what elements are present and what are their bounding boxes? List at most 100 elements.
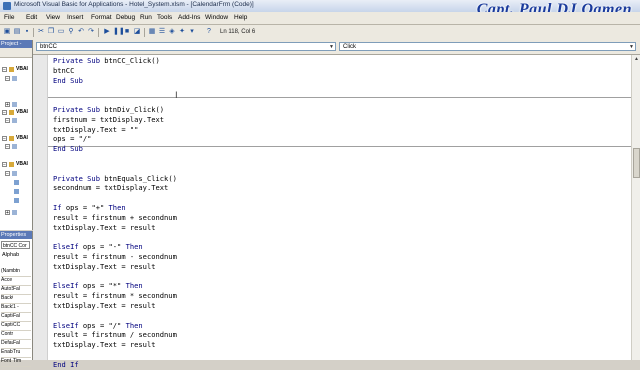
chevron-down-icon[interactable]: ▼ <box>629 43 634 52</box>
design-mode-icon[interactable]: ◪ <box>133 28 141 36</box>
code-line[interactable]: secondnum = txtDisplay.Text <box>53 183 177 193</box>
tree-item-project[interactable]: VBAI <box>16 135 28 141</box>
code-line[interactable]: ops = "/" <box>53 134 177 144</box>
tree-expander[interactable]: − <box>5 118 10 124</box>
code-editor[interactable]: Private Sub btnCC_Click() btnCC End Sub Pri… <box>53 56 177 370</box>
code-line[interactable]: Private Sub btnEquals_Click() <box>53 174 177 184</box>
scroll-up-icon[interactable]: ▲ <box>633 56 640 63</box>
code-line-blank[interactable] <box>53 154 177 164</box>
code-line[interactable]: result = firstnum / secondnum <box>53 330 177 340</box>
tree-expander[interactable]: − <box>2 136 7 142</box>
property-name: BackStyle <box>1 304 13 310</box>
tree-expander[interactable]: − <box>5 144 10 150</box>
copy-icon[interactable]: ❐ <box>47 28 55 36</box>
code-line[interactable]: End If <box>53 360 177 370</box>
code-line[interactable]: End Sub <box>53 76 177 86</box>
menu-view[interactable]: View <box>46 14 60 21</box>
tree-expander[interactable]: + <box>5 102 10 108</box>
code-line[interactable] <box>53 232 177 242</box>
property-value[interactable]: Fal <box>13 339 29 348</box>
property-value[interactable]: CC <box>13 321 29 330</box>
tree-item-project[interactable]: VBAI <box>16 161 28 167</box>
menu-format[interactable]: Format <box>91 14 112 21</box>
menu-window[interactable]: Window <box>205 14 228 21</box>
code-line[interactable]: Private Sub btnDiv_Click() <box>53 105 177 115</box>
code-line[interactable]: txtDisplay.Text = result <box>53 340 177 350</box>
insert-userform-icon[interactable]: ▤ <box>13 28 21 36</box>
code-line[interactable]: btnCC <box>53 66 177 76</box>
property-value[interactable]: Tru <box>13 348 29 357</box>
tree-expander[interactable]: − <box>2 110 7 116</box>
code-line-blank[interactable] <box>53 95 177 105</box>
menu-insert[interactable]: Insert <box>67 14 83 21</box>
code-line[interactable] <box>53 272 177 282</box>
help-icon[interactable]: ? <box>205 28 213 36</box>
code-line[interactable]: ElseIf ops = "-" Then <box>53 242 177 252</box>
code-line[interactable] <box>53 350 177 360</box>
tree-expander[interactable]: − <box>5 76 10 82</box>
code-line[interactable]: result = firstnum + secondnum <box>53 213 177 223</box>
code-line[interactable]: Private Sub btnCC_Click() <box>53 56 177 66</box>
code-line[interactable]: ElseIf ops = "/" Then <box>53 321 177 331</box>
code-line[interactable]: firstnum = txtDisplay.Text <box>53 115 177 125</box>
redo-icon[interactable]: ↷ <box>87 28 95 36</box>
code-line[interactable] <box>53 311 177 321</box>
code-line-blank[interactable] <box>53 85 177 95</box>
undo-icon[interactable]: ↶ <box>77 28 85 36</box>
code-line[interactable]: txtDisplay.Text = "" <box>53 125 177 135</box>
tree-expander[interactable]: − <box>5 171 10 177</box>
project-explorer-icon[interactable]: ▦ <box>148 28 156 36</box>
scrollbar-thumb[interactable] <box>633 148 640 178</box>
property-value[interactable]: 1 - <box>13 303 29 312</box>
properties-window: Properties btnCC Cor Alphab (Name)btnAcc… <box>0 231 33 367</box>
code-margin[interactable] <box>33 55 48 360</box>
run-icon[interactable]: ▶ <box>103 28 111 36</box>
object-combo[interactable]: btnCC ▼ <box>36 42 336 51</box>
toolbox-icon[interactable]: ✦ <box>178 28 186 36</box>
code-line[interactable]: txtDisplay.Text = result <box>53 262 177 272</box>
properties-object-combo[interactable]: btnCC Cor <box>1 241 30 249</box>
vertical-scrollbar[interactable]: ▲ <box>631 55 640 360</box>
properties-window-icon[interactable]: ☰ <box>158 28 166 36</box>
save-icon[interactable]: ▪ <box>23 28 31 36</box>
code-line[interactable]: If ops = "+" Then <box>53 203 177 213</box>
code-line[interactable]: result = firstnum * secondnum <box>53 291 177 301</box>
code-line[interactable]: result = firstnum - secondnum <box>53 252 177 262</box>
cut-icon[interactable]: ✂ <box>37 28 45 36</box>
menu-run[interactable]: Run <box>140 14 152 21</box>
break-icon[interactable]: ❚❚ <box>113 28 125 36</box>
code-line[interactable]: End Sub <box>53 144 177 154</box>
property-value[interactable]: Fal <box>13 312 29 321</box>
menu-file[interactable]: File <box>4 14 14 21</box>
code-line[interactable] <box>53 193 177 203</box>
code-line[interactable]: txtDisplay.Text = result <box>53 301 177 311</box>
property-value[interactable]: Tim <box>13 357 29 366</box>
code-line-blank[interactable] <box>53 164 177 174</box>
property-row[interactable]: Font Tim <box>1 357 31 367</box>
tree-expander[interactable]: − <box>2 162 7 168</box>
property-value[interactable]: btn <box>13 267 29 276</box>
paste-icon[interactable]: ▭ <box>57 28 65 36</box>
menu-debug[interactable]: Debug <box>116 14 135 21</box>
find-icon[interactable]: ⚲ <box>67 28 75 36</box>
tab-alphabetic[interactable]: Alphab <box>2 252 19 258</box>
reset-icon[interactable]: ■ <box>123 28 131 36</box>
code-line[interactable]: ElseIf ops = "*" Then <box>53 281 177 291</box>
code-line[interactable]: txtDisplay.Text = result <box>53 223 177 233</box>
object-browser-icon[interactable]: ◈ <box>168 28 176 36</box>
property-value[interactable]: Fal <box>13 285 29 294</box>
tree-expander[interactable]: + <box>5 210 10 216</box>
tree-expander[interactable]: − <box>2 67 7 73</box>
menu-tools[interactable]: Tools <box>157 14 172 21</box>
excel-icon[interactable]: ▣ <box>3 28 11 36</box>
tree-item-project[interactable]: VBAI <box>16 109 28 115</box>
property-name: AutoSize <box>1 286 13 292</box>
chevron-down-icon[interactable]: ▼ <box>329 43 334 52</box>
menu-help[interactable]: Help <box>234 14 247 21</box>
menu-addins[interactable]: Add-Ins <box>178 14 200 21</box>
tree-item-project[interactable]: VBAI <box>16 66 28 72</box>
folder-icon <box>12 144 17 149</box>
procedure-combo[interactable]: Click ▼ <box>339 42 636 51</box>
toolbar-options-icon[interactable]: ▾ <box>188 28 196 36</box>
menu-edit[interactable]: Edit <box>26 14 37 21</box>
